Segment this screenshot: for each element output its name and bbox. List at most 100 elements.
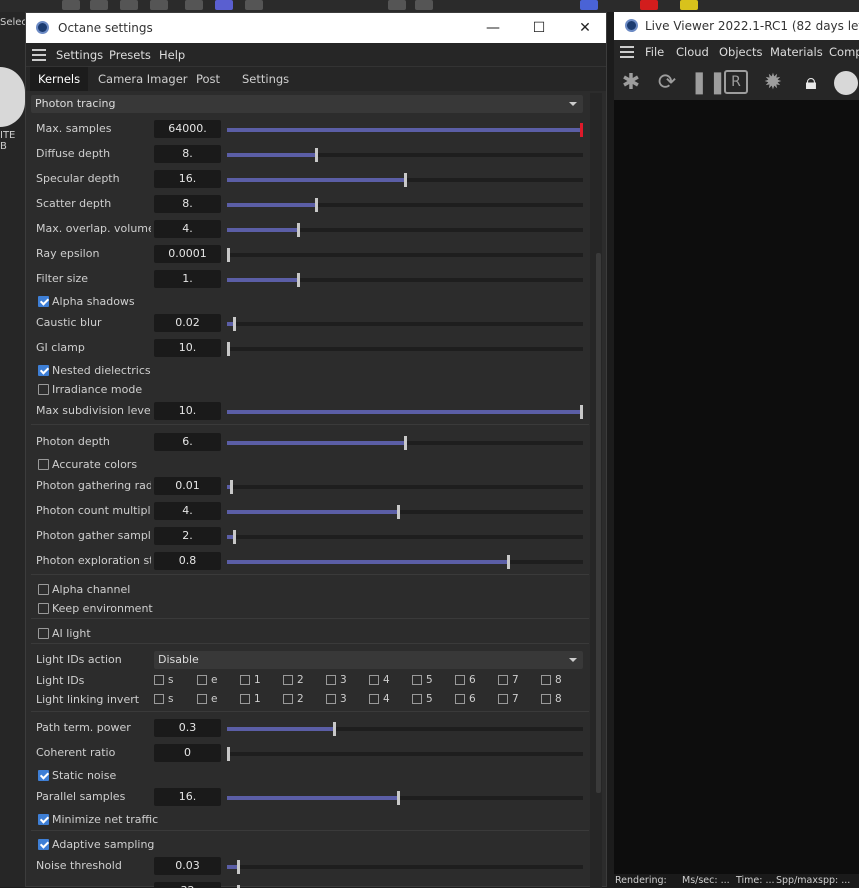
light-linking-invert-toggle[interactable]: 7 (498, 693, 538, 707)
photon-gathering-radius-slider[interactable] (227, 480, 583, 494)
hamburger-menu-icon[interactable] (620, 46, 634, 58)
menu-settings[interactable]: Settings (56, 48, 103, 62)
min-adaptive-samples-value-field[interactable]: 32 (154, 882, 221, 888)
caustic-blur-slider[interactable] (227, 317, 583, 331)
light-ids-toggle[interactable]: s (154, 674, 194, 688)
scrollbar-thumb[interactable] (596, 253, 601, 793)
specular-depth-slider-handle[interactable] (404, 173, 407, 187)
tab-settings[interactable]: Settings (234, 67, 297, 91)
light-linking-invert-toggle[interactable]: 3 (326, 693, 366, 707)
diffuse-depth-value-field[interactable]: 8. (154, 145, 221, 163)
toolbar-icon[interactable] (120, 0, 138, 10)
octane-titlebar[interactable]: Octane settings — ☐ ✕ (26, 13, 606, 43)
light-ids-toggle[interactable]: 1 (240, 674, 280, 688)
ray-epsilon-value-field[interactable]: 0.0001 (154, 245, 221, 263)
tab-kernels[interactable]: Kernels (30, 67, 89, 91)
pause-icon[interactable]: ❚❚ (690, 70, 727, 96)
gi-clamp-slider-handle[interactable] (227, 342, 230, 356)
light-linking-invert-toggle[interactable]: 1 (240, 693, 280, 707)
max-subdivision-level-slider[interactable] (227, 405, 583, 419)
max-subdivision-level-slider-handle[interactable] (580, 405, 583, 419)
photon-exploration-strength-value-field[interactable]: 0.8 (154, 552, 221, 570)
light-ids-toggle[interactable]: 6 (455, 674, 495, 688)
photon-gathering-radius-value-field[interactable]: 0.01 (154, 477, 221, 495)
toolbar-icon[interactable] (215, 0, 233, 10)
region-render-icon[interactable]: R (724, 70, 748, 94)
light-linking-invert-toggle[interactable]: 2 (283, 693, 323, 707)
alpha-shadows-checkbox[interactable] (38, 296, 49, 307)
photon-depth-slider-handle[interactable] (404, 436, 407, 450)
live-viewer-titlebar[interactable]: Live Viewer 2022.1-RC1 (82 days left) (614, 12, 859, 40)
gi-clamp-value-field[interactable]: 10. (154, 339, 221, 357)
minimize-button[interactable]: — (470, 13, 516, 43)
specular-depth-slider[interactable] (227, 173, 583, 187)
max-samples-slider-handle[interactable] (580, 123, 583, 137)
photon-gathering-radius-slider-handle[interactable] (229, 480, 233, 494)
photon-exploration-strength-slider[interactable] (227, 555, 583, 569)
irradiance-mode-checkbox[interactable] (38, 384, 49, 395)
path-term-power-slider[interactable] (227, 722, 583, 736)
close-button[interactable]: ✕ (562, 13, 608, 43)
light-linking-invert-toggle[interactable]: e (197, 693, 237, 707)
toolbar-icon[interactable] (185, 0, 203, 10)
noise-threshold-slider[interactable] (227, 860, 583, 874)
diffuse-depth-slider[interactable] (227, 148, 583, 162)
light-linking-invert-toggle[interactable]: s (154, 693, 194, 707)
filter-size-slider-handle[interactable] (297, 273, 301, 287)
filter-size-value-field[interactable]: 1. (154, 270, 221, 288)
caustic-blur-value-field[interactable]: 0.02 (154, 314, 221, 332)
toolbar-icon[interactable] (388, 0, 406, 10)
max-overlap-volumes-value-field[interactable]: 4. (154, 220, 221, 238)
coherent-ratio-slider-handle[interactable] (227, 747, 230, 761)
max-samples-value-field[interactable]: 64000. (154, 120, 221, 138)
light-ids-toggle[interactable]: 4 (369, 674, 409, 688)
toolbar-icon[interactable] (680, 0, 698, 10)
light-linking-invert-toggle[interactable]: 5 (412, 693, 452, 707)
parallel-samples-slider[interactable] (227, 791, 583, 805)
photon-count-multiplier-value-field[interactable]: 4. (154, 502, 221, 520)
alpha-channel-checkbox[interactable] (38, 584, 49, 595)
menu-compare[interactable]: Comp (829, 45, 859, 59)
menu-help[interactable]: Help (159, 48, 185, 62)
toolbar-icon[interactable] (245, 0, 263, 10)
photon-count-multiplier-slider[interactable] (227, 505, 583, 519)
lock-icon[interactable]: 🔒︎ (798, 70, 824, 96)
menu-presets[interactable]: Presets (109, 48, 151, 62)
light-linking-invert-toggle[interactable]: 4 (369, 693, 409, 707)
restart-render-icon[interactable]: ⟳ (654, 70, 680, 96)
coherent-ratio-slider[interactable] (227, 747, 583, 761)
light-ids-toggle[interactable]: 5 (412, 674, 452, 688)
scatter-depth-slider-handle[interactable] (315, 198, 318, 212)
ray-epsilon-slider[interactable] (227, 248, 583, 262)
scatter-depth-value-field[interactable]: 8. (154, 195, 221, 213)
nested-dielectrics-checkbox[interactable] (38, 365, 49, 376)
maximize-button[interactable]: ☐ (516, 13, 562, 43)
gi-clamp-slider[interactable] (227, 342, 583, 356)
keep-environment-checkbox[interactable] (38, 603, 49, 614)
ray-epsilon-slider-handle[interactable] (227, 248, 230, 262)
light-ids-action-dropdown[interactable]: Disable (154, 651, 583, 669)
kernel-type-dropdown[interactable]: Photon tracing (31, 95, 583, 113)
menu-objects[interactable]: Objects (719, 45, 762, 59)
parallel-samples-slider-handle[interactable] (396, 791, 400, 805)
light-ids-toggle[interactable]: 8 (541, 674, 581, 688)
tab-post[interactable]: Post (188, 67, 228, 91)
toolbar-icon[interactable] (90, 0, 108, 10)
ai-light-checkbox[interactable] (38, 628, 49, 639)
light-ids-toggle[interactable]: 7 (498, 674, 538, 688)
photon-depth-value-field[interactable]: 6. (154, 433, 221, 451)
material-preview-sphere[interactable] (0, 67, 25, 127)
photon-depth-slider[interactable] (227, 436, 583, 450)
coherent-ratio-value-field[interactable]: 0 (154, 744, 221, 762)
path-term-power-value-field[interactable]: 0.3 (154, 719, 221, 737)
noise-threshold-value-field[interactable]: 0.03 (154, 857, 221, 875)
gear-icon[interactable]: ✹ (760, 70, 786, 96)
minimize-net-traffic-checkbox[interactable] (38, 814, 49, 825)
photon-exploration-strength-slider-handle[interactable] (507, 555, 511, 569)
light-ids-toggle[interactable]: 2 (283, 674, 323, 688)
light-linking-invert-toggle[interactable]: 8 (541, 693, 581, 707)
light-ids-toggle[interactable]: 3 (326, 674, 366, 688)
material-ball-icon[interactable] (834, 71, 858, 95)
hamburger-menu-icon[interactable] (32, 49, 46, 61)
accurate-colors-checkbox[interactable] (38, 459, 49, 470)
